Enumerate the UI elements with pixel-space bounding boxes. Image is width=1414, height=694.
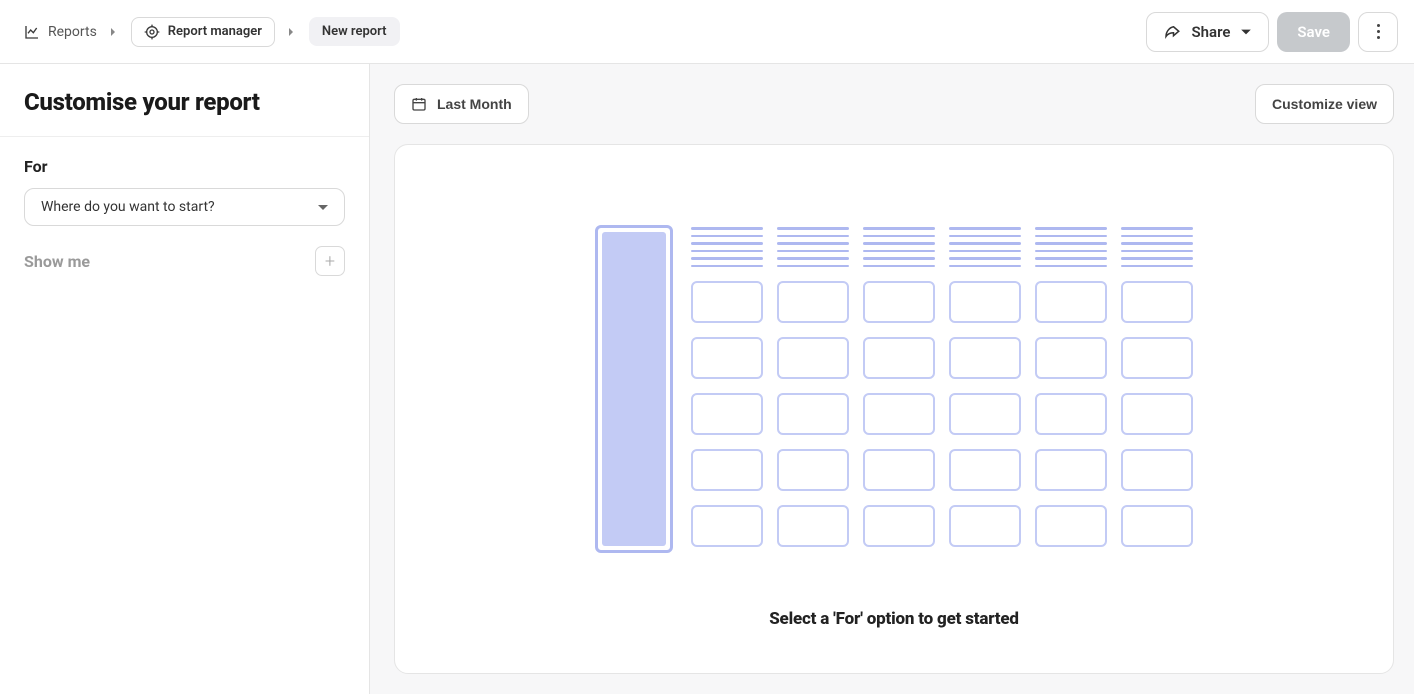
skeleton-columns <box>691 225 1193 553</box>
more-vertical-icon <box>1359 24 1397 39</box>
content-toolbar: Last Month Customize view <box>394 84 1394 124</box>
calendar-icon <box>411 96 427 112</box>
breadcrumb-root[interactable]: Reports <box>24 24 97 40</box>
skeleton-column <box>1035 225 1107 553</box>
chevron-right-icon <box>109 27 119 37</box>
skeleton-first-column <box>595 225 673 553</box>
share-button[interactable]: Share <box>1146 12 1269 52</box>
skeleton-column <box>1121 225 1193 553</box>
plus-icon: + <box>325 251 335 272</box>
for-dropdown[interactable]: Where do you want to start? <box>24 188 345 226</box>
main-layout: Customise your report For Where do you w… <box>0 64 1414 694</box>
caret-down-icon <box>1240 26 1252 38</box>
report-canvas: Select a 'For' option to get started <box>394 144 1394 674</box>
share-arrow-icon <box>1163 23 1181 41</box>
breadcrumb-current-chip: New report <box>309 17 400 46</box>
skeleton-column <box>949 225 1021 553</box>
empty-state-skeleton <box>595 225 1193 553</box>
breadcrumb-root-label: Reports <box>48 24 97 40</box>
skeleton-column <box>777 225 849 553</box>
date-range-label: Last Month <box>437 96 512 112</box>
empty-state-text: Select a 'For' option to get started <box>769 609 1019 629</box>
target-icon <box>144 24 160 40</box>
for-label: For <box>24 157 345 176</box>
show-me-section: Show me + <box>0 234 369 288</box>
breadcrumb: Reports Report manager New report <box>24 17 400 47</box>
breadcrumb-current-label: New report <box>322 24 387 39</box>
skeleton-column <box>863 225 935 553</box>
caret-down-icon <box>318 205 328 210</box>
save-button: Save <box>1277 12 1350 52</box>
sidebar-title: Customise your report <box>0 64 369 137</box>
report-content: Last Month Customize view <box>370 64 1414 694</box>
date-range-selector[interactable]: Last Month <box>394 84 529 124</box>
chart-line-icon <box>24 24 40 40</box>
skeleton-column <box>691 225 763 553</box>
for-section: For Where do you want to start? <box>0 137 369 234</box>
customize-view-label: Customize view <box>1272 96 1377 112</box>
more-options-button[interactable] <box>1358 12 1398 52</box>
share-button-label: Share <box>1191 23 1230 41</box>
customize-sidebar: Customise your report For Where do you w… <box>0 64 370 694</box>
chevron-right-icon <box>287 27 297 37</box>
for-dropdown-placeholder: Where do you want to start? <box>41 199 215 215</box>
app-header: Reports Report manager New report Share … <box>0 0 1414 64</box>
breadcrumb-manager-label: Report manager <box>168 24 262 39</box>
header-actions: Share Save <box>1146 12 1398 52</box>
save-button-label: Save <box>1297 23 1330 41</box>
show-me-add-button[interactable]: + <box>315 246 345 276</box>
customize-view-button[interactable]: Customize view <box>1255 84 1394 124</box>
show-me-label: Show me <box>24 252 90 271</box>
breadcrumb-manager-chip[interactable]: Report manager <box>131 17 275 47</box>
